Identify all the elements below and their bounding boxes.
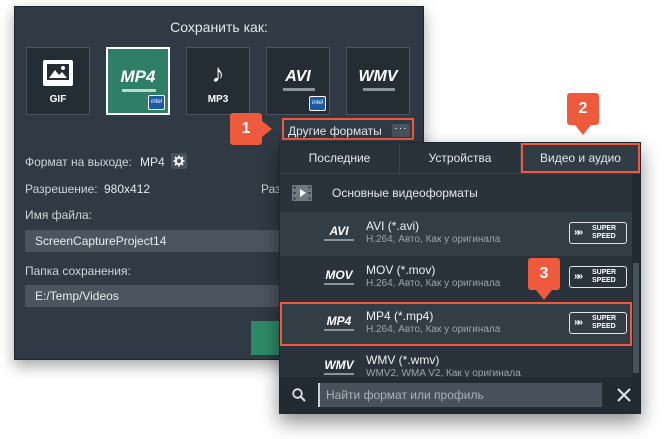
resolution-label: Разрешение: bbox=[25, 182, 98, 196]
format-tile-gif[interactable]: GIF bbox=[26, 47, 90, 115]
search-bar bbox=[280, 377, 640, 413]
music-note-icon: ♪ bbox=[211, 58, 225, 88]
format-tile-mp4[interactable]: MP4 intel bbox=[106, 47, 170, 115]
format-row-avi[interactable]: AVI AVI (*.avi) H.264, Авто, Как у ориги… bbox=[280, 212, 632, 256]
super-speed-icon: »» SUPER SPEED bbox=[569, 266, 627, 288]
intel-badge-icon: intel bbox=[148, 95, 165, 110]
wmv-logo-icon: WMV bbox=[324, 358, 354, 372]
save-as-title: Сохранить как: bbox=[170, 19, 268, 35]
super-speed-line2: SPEED bbox=[592, 233, 616, 240]
super-speed-icon: »» SUPER SPEED bbox=[569, 312, 627, 334]
step-marker-1: 1 bbox=[230, 113, 262, 145]
gif-image-icon bbox=[43, 60, 73, 86]
other-formats-label: Другие форматы bbox=[288, 124, 382, 138]
intel-badge-icon: intel bbox=[309, 96, 326, 111]
folder-label: Папка сохранения: bbox=[25, 264, 131, 278]
search-icon bbox=[292, 388, 306, 402]
format-tile-label: AVI bbox=[285, 68, 311, 85]
avi-logo-icon: AVI bbox=[329, 224, 349, 238]
format-name: MOV (*.mov) bbox=[366, 263, 436, 277]
filename-field[interactable]: ScreenCaptureProject14 bbox=[25, 230, 280, 252]
tab-devices[interactable]: Устройства bbox=[400, 143, 520, 173]
format-tile-label: GIF bbox=[49, 94, 67, 105]
format-row-mov[interactable]: MOV MOV (*.mov) H.264, Авто, Как у ориги… bbox=[280, 256, 632, 300]
format-list: Основные видеоформаты AVI AVI (*.avi) H.… bbox=[280, 174, 632, 377]
logo-stripe bbox=[324, 239, 354, 241]
super-speed-line1: SUPER bbox=[592, 269, 617, 276]
logo-stripe bbox=[363, 88, 395, 91]
gear-icon bbox=[173, 155, 185, 167]
step-marker-2: 2 bbox=[567, 93, 599, 125]
group-label: Основные видеоформаты bbox=[332, 186, 478, 200]
format-name: MP4 (*.mp4) bbox=[366, 309, 434, 323]
formats-panel: Последние Устройства Видео и аудио Основ… bbox=[279, 142, 641, 414]
format-tile-mp3[interactable]: ♪ MP3 bbox=[186, 47, 250, 115]
super-speed-line1: SUPER bbox=[592, 225, 617, 232]
mp4-logo-icon: MP4 bbox=[326, 314, 352, 328]
format-settings-button[interactable] bbox=[171, 153, 187, 169]
mov-logo-icon: MOV bbox=[325, 268, 353, 282]
more-dots-icon: ··· bbox=[392, 124, 410, 137]
step-marker-arrow bbox=[536, 290, 552, 300]
search-input[interactable] bbox=[318, 383, 602, 407]
tab-recent[interactable]: Последние bbox=[280, 143, 399, 173]
folder-field[interactable]: E:/Temp/Videos bbox=[25, 285, 280, 307]
format-tile-wmv[interactable]: WMV bbox=[346, 47, 410, 115]
format-tile-label: MP4 bbox=[120, 67, 156, 86]
logo-stripe bbox=[324, 373, 354, 375]
scrollbar-thumb[interactable] bbox=[633, 263, 639, 373]
super-speed-line2: SPEED bbox=[592, 323, 616, 330]
step-marker-arrow bbox=[575, 125, 591, 135]
other-formats-button[interactable]: Другие форматы ··· bbox=[282, 118, 414, 140]
step-marker-arrow bbox=[262, 121, 272, 137]
format-desc: H.264, Авто, Как у оригинала bbox=[366, 324, 501, 335]
tab-video-audio[interactable]: Видео и аудио bbox=[521, 143, 640, 173]
format-name: AVI (*.avi) bbox=[366, 219, 420, 233]
super-speed-icon: »» SUPER SPEED bbox=[569, 222, 627, 244]
output-format-label: Формат на выходе: bbox=[25, 155, 132, 169]
filename-label: Имя файла: bbox=[25, 208, 92, 222]
group-header[interactable]: Основные видеоформаты bbox=[280, 174, 632, 212]
logo-stripe bbox=[324, 329, 354, 331]
step-marker-3: 3 bbox=[528, 258, 560, 290]
format-desc: H.264, Авто, Как у оригинала bbox=[366, 278, 501, 289]
format-row-mp4[interactable]: MP4 MP4 (*.mp4) H.264, Авто, Как у ориги… bbox=[280, 302, 632, 346]
format-desc: WMV2, WMA V2, Как у оригинала bbox=[366, 368, 521, 377]
format-name: WMV (*.wmv) bbox=[366, 353, 440, 367]
logo-stripe bbox=[283, 88, 315, 91]
super-speed-line1: SUPER bbox=[592, 315, 617, 322]
format-desc: H.264, Авто, Как у оригинала bbox=[366, 234, 501, 245]
film-icon bbox=[292, 185, 312, 201]
output-format-value: MP4 bbox=[140, 155, 165, 169]
resolution-value: 980x412 bbox=[104, 182, 151, 196]
format-tile-avi[interactable]: AVI intel bbox=[266, 47, 330, 115]
format-tile-label: MP3 bbox=[207, 94, 229, 105]
resolution-label-cut: Раз bbox=[261, 182, 281, 196]
super-speed-line2: SPEED bbox=[592, 277, 616, 284]
logo-stripe bbox=[122, 89, 156, 92]
logo-stripe bbox=[324, 283, 354, 285]
format-row-wmv[interactable]: WMV WMV (*.wmv) WMV2, WMA V2, Как у ориг… bbox=[280, 346, 632, 377]
close-icon[interactable] bbox=[617, 388, 631, 402]
format-tile-label: WMV bbox=[358, 68, 398, 85]
